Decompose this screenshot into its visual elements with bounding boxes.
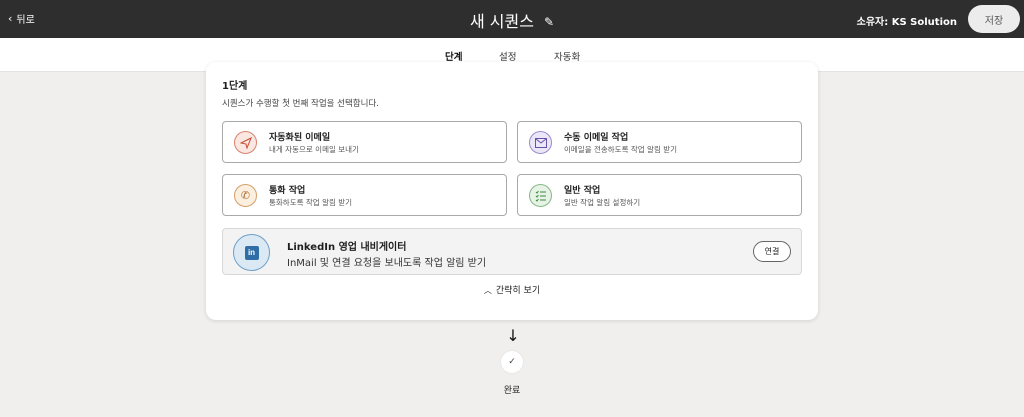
checkmark-icon: ✓ [501,351,523,373]
step-description: 시퀀스가 수행할 첫 번째 작업을 선택합니다. [222,99,379,109]
option-subtitle: 통화하도록 작업 알림 받기 [269,198,353,207]
option-title: 자동화된 이메일 [269,133,331,143]
tab-steps[interactable]: 단계 [445,49,462,63]
option-call-task[interactable]: ✆ 통화 작업 통화하도록 작업 알림 받기 [222,174,507,216]
send-icon [234,131,257,154]
checklist-icon [529,184,552,207]
option-title: 통화 작업 [269,186,306,196]
linkedin-subtitle: InMail 및 연결 요청을 보내도록 작업 알림 받기 [287,258,487,269]
option-linkedin-sales-navigator: in LinkedIn 영업 내비게이터 InMail 및 연결 요청을 보내도… [222,228,802,275]
option-automated-email[interactable]: 자동화된 이메일 내게 자동으로 이메일 보내기 [222,121,507,163]
option-title: 일반 작업 [564,186,601,196]
linkedin-icon: in [233,234,270,271]
tab-automation[interactable]: 자동화 [554,49,580,63]
option-subtitle: 일반 작업 알림 설정하기 [564,198,641,207]
phone-icon: ✆ [234,184,257,207]
linkedin-title: LinkedIn 영업 내비게이터 [287,242,407,253]
end-label: 완료 [503,386,521,396]
option-subtitle: 내게 자동으로 이메일 보내기 [269,145,359,154]
top-bar: ‹ 뒤로 새 시퀀스 ✎ 소유자: KS Solution 저장 [0,0,1024,38]
owner-label: 소유자: KS Solution [856,17,957,28]
arrow-down-icon: ↓ [506,326,520,345]
connect-button[interactable]: 연결 [753,241,791,262]
mail-icon [529,131,552,154]
collapse-label: 간략히 보기 [495,286,541,296]
pencil-icon[interactable]: ✎ [544,15,554,29]
step-card: 1단계 시퀀스가 수행할 첫 번째 작업을 선택합니다. 자동화된 이메일 내게… [206,62,818,320]
option-title: 수동 이메일 작업 [564,133,629,143]
collapse-toggle[interactable]: ︿ 간략히 보기 [206,283,818,296]
page-title: 새 시퀀스 [469,12,534,31]
option-general-task[interactable]: 일반 작업 일반 작업 알림 설정하기 [517,174,802,216]
step-title: 1단계 [222,81,248,92]
option-subtitle: 이메일을 전송하도록 작업 알림 받기 [564,145,678,154]
tab-settings[interactable]: 설정 [499,49,516,63]
option-manual-email[interactable]: 수동 이메일 작업 이메일을 전송하도록 작업 알림 받기 [517,121,802,163]
save-button[interactable]: 저장 [968,5,1020,33]
chevron-up-icon: ︿ [483,286,492,295]
